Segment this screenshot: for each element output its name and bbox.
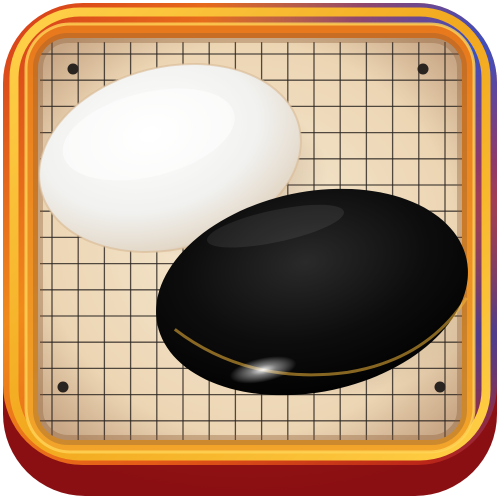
star-point bbox=[417, 63, 429, 75]
go-app-icon[interactable] bbox=[0, 0, 500, 500]
star-point bbox=[67, 63, 79, 75]
icon-artwork bbox=[3, 3, 497, 496]
star-point bbox=[57, 381, 69, 393]
star-point bbox=[434, 381, 446, 393]
